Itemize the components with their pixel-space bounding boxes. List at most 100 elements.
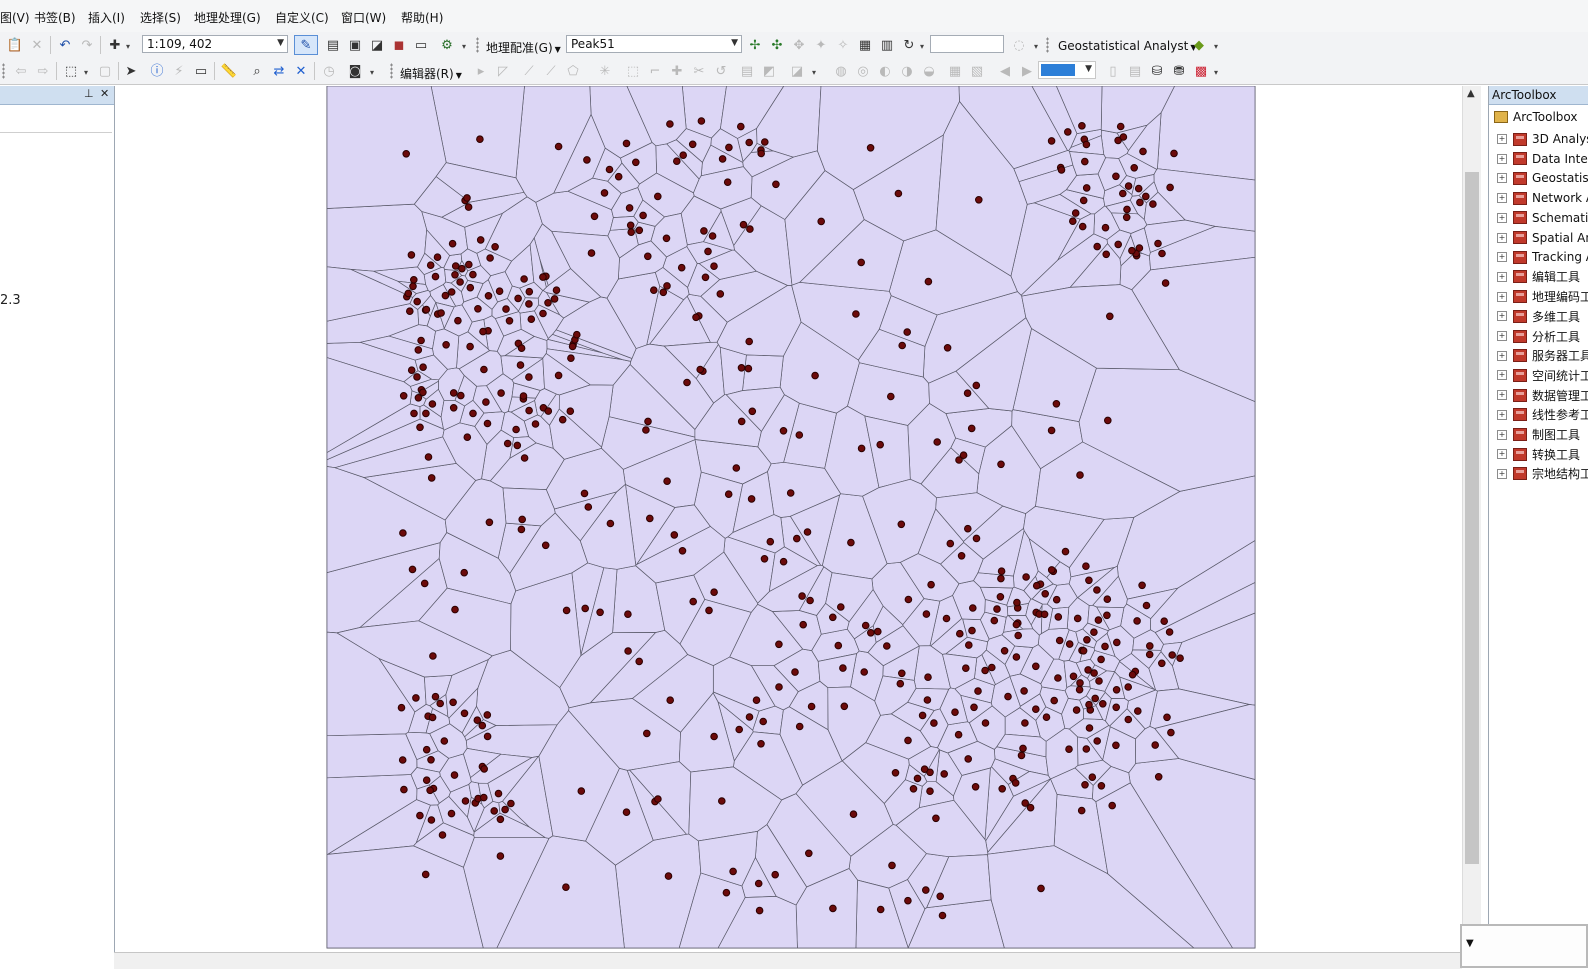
peak-point[interactable] xyxy=(1020,687,1028,695)
trace-icon[interactable]: ✳ xyxy=(596,62,614,80)
straight-segment-icon[interactable]: ⟋ xyxy=(520,62,538,80)
peak-point[interactable] xyxy=(502,305,510,313)
peak-point[interactable] xyxy=(990,616,999,625)
peak-point[interactable] xyxy=(927,580,935,589)
peak-point[interactable] xyxy=(466,283,475,292)
peak-point[interactable] xyxy=(748,407,757,416)
peak-point[interactable] xyxy=(1021,719,1029,727)
peak-point[interactable] xyxy=(1154,773,1163,781)
peak-point[interactable] xyxy=(779,557,788,566)
toolbox-item[interactable]: + Network Analyst Tools xyxy=(1497,189,1588,207)
toolbox-item[interactable]: + Data Interoperability Tools xyxy=(1497,150,1588,168)
split-icon[interactable]: ✂ xyxy=(690,62,708,80)
peak-point[interactable] xyxy=(840,702,849,711)
peak-point[interactable] xyxy=(981,719,990,727)
draw-tool-icon-4[interactable]: ◑ xyxy=(898,62,916,80)
peak-point[interactable] xyxy=(454,316,462,325)
expand-icon[interactable]: + xyxy=(1497,193,1507,204)
peak-point[interactable] xyxy=(1163,713,1171,722)
peak-point[interactable] xyxy=(803,528,812,536)
peak-point[interactable] xyxy=(427,474,436,482)
peak-point[interactable] xyxy=(544,407,553,415)
peak-point[interactable] xyxy=(1057,166,1066,174)
peak-point[interactable] xyxy=(420,579,429,588)
toolbox-item[interactable]: + 转换工具 xyxy=(1497,445,1580,463)
peak-point[interactable] xyxy=(1032,581,1041,590)
peak-point[interactable] xyxy=(755,906,764,915)
delete-icon[interactable]: ✕ xyxy=(28,36,46,54)
peak-point[interactable] xyxy=(876,440,885,449)
peak-point[interactable] xyxy=(413,297,422,306)
peak-point[interactable] xyxy=(1093,586,1101,594)
peak-point[interactable] xyxy=(1154,239,1162,248)
peak-point[interactable] xyxy=(433,253,442,261)
peak-point[interactable] xyxy=(428,713,437,722)
create-features-icon[interactable]: ◪ xyxy=(788,62,806,80)
add-data-dropdown-icon[interactable]: ▾ xyxy=(126,42,130,51)
peak-point[interactable] xyxy=(1090,628,1098,637)
peak-point[interactable] xyxy=(501,805,509,814)
peak-point[interactable] xyxy=(1101,223,1110,232)
voronoi-map[interactable] xyxy=(120,86,1462,952)
peak-point[interactable] xyxy=(1176,654,1184,663)
toolbox-item[interactable]: + Schematics Tools xyxy=(1497,209,1588,227)
peak-point[interactable] xyxy=(407,366,416,375)
peak-point[interactable] xyxy=(920,765,929,774)
peak-point[interactable] xyxy=(970,703,978,712)
peak-point[interactable] xyxy=(757,740,765,748)
peak-point[interactable] xyxy=(1135,244,1144,252)
peak-point[interactable] xyxy=(971,783,980,791)
peak-point[interactable] xyxy=(847,538,855,547)
peak-point[interactable] xyxy=(431,272,440,281)
peak-point[interactable] xyxy=(473,716,482,725)
peak-point[interactable] xyxy=(512,425,520,434)
peak-point[interactable] xyxy=(417,336,425,345)
peak-point[interactable] xyxy=(474,305,482,313)
peak-point[interactable] xyxy=(450,771,459,779)
peak-point[interactable] xyxy=(1085,724,1094,732)
peak-point[interactable] xyxy=(463,194,471,202)
flip-icon[interactable]: ◌ xyxy=(1010,36,1028,54)
clear-selection-icon[interactable]: ▢ xyxy=(96,62,114,80)
peak-point[interactable] xyxy=(761,138,769,146)
peak-point[interactable] xyxy=(883,642,891,650)
close-icon[interactable]: ✕ xyxy=(100,87,109,100)
rotate-dropdown-icon[interactable]: ▾ xyxy=(920,42,924,51)
peak-point[interactable] xyxy=(1146,642,1154,650)
peak-point[interactable] xyxy=(1054,674,1062,682)
expand-icon[interactable]: + xyxy=(1497,271,1507,282)
peak-point[interactable] xyxy=(622,808,631,817)
peak-point[interactable] xyxy=(1075,685,1084,694)
peak-point[interactable] xyxy=(421,870,430,879)
peak-point[interactable] xyxy=(412,694,420,702)
peak-point[interactable] xyxy=(1084,666,1092,674)
peak-point[interactable] xyxy=(993,605,1001,613)
peak-point[interactable] xyxy=(461,797,470,805)
peak-point[interactable] xyxy=(447,288,456,296)
peak-point[interactable] xyxy=(1011,779,1020,787)
editor-toolbar-icon[interactable]: ✎ xyxy=(294,35,318,55)
peak-point[interactable] xyxy=(951,708,959,717)
peak-point[interactable] xyxy=(1052,595,1061,604)
peak-point[interactable] xyxy=(1012,620,1021,629)
peak-point[interactable] xyxy=(924,277,933,286)
rotate-edit-icon[interactable]: ↺ xyxy=(712,62,730,80)
peak-point[interactable] xyxy=(772,180,780,189)
peak-point[interactable] xyxy=(972,534,981,543)
peak-point[interactable] xyxy=(969,604,977,612)
peak-point[interactable] xyxy=(552,286,561,294)
peak-point[interactable] xyxy=(954,730,963,739)
peak-point[interactable] xyxy=(406,307,414,315)
peak-point[interactable] xyxy=(1017,751,1026,760)
peak-point[interactable] xyxy=(1106,312,1114,321)
peak-point[interactable] xyxy=(1145,650,1154,659)
peak-point[interactable] xyxy=(965,641,973,649)
peak-point[interactable] xyxy=(1091,694,1100,703)
peak-point[interactable] xyxy=(861,621,870,630)
peak-point[interactable] xyxy=(697,117,706,125)
peak-point[interactable] xyxy=(505,317,514,325)
peak-point[interactable] xyxy=(414,394,423,402)
peak-point[interactable] xyxy=(1079,196,1088,205)
peak-point[interactable] xyxy=(1013,598,1021,607)
draw-tool-icon-6[interactable]: ▦ xyxy=(946,62,964,80)
